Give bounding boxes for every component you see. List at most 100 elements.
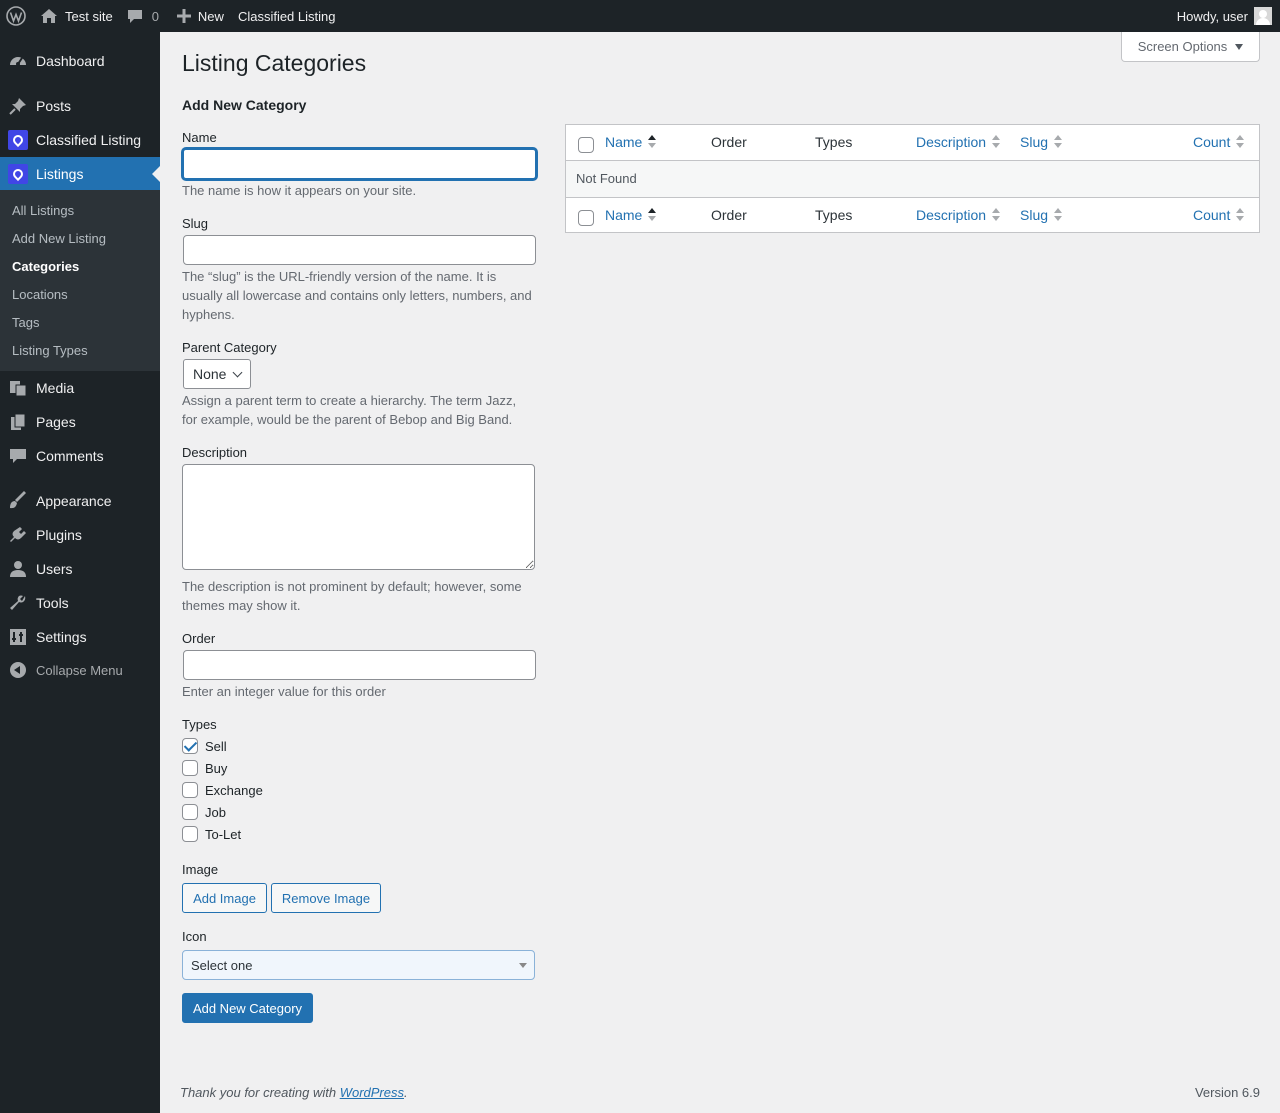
column-count-footer-label: Count: [1193, 207, 1231, 223]
menu-dashboard-label: Dashboard: [36, 53, 105, 69]
sort-icon: [1236, 135, 1245, 149]
form-heading: Add New Category: [182, 97, 307, 113]
column-slug-footer[interactable]: Slug: [1020, 207, 1063, 223]
icon-label: Icon: [182, 929, 207, 944]
type-job-checkbox[interactable]: [182, 804, 198, 820]
menu-comments[interactable]: Comments: [0, 439, 160, 473]
select-all-checkbox[interactable]: [578, 137, 594, 153]
type-to-let-checkbox[interactable]: [182, 826, 198, 842]
menu-settings[interactable]: Settings: [0, 620, 160, 654]
classified-listing-icon: [8, 130, 28, 150]
add-image-button[interactable]: Add Image: [182, 883, 267, 913]
sort-icon: [1236, 208, 1245, 222]
name-help: The name is how it appears on your site.: [182, 183, 417, 198]
menu-media[interactable]: Media: [0, 371, 160, 405]
new-content-link[interactable]: New: [166, 0, 231, 32]
column-count-label: Count: [1193, 134, 1231, 150]
screen-options-button[interactable]: Screen Options: [1121, 32, 1260, 62]
brush-icon: [0, 491, 36, 511]
submenu-tags[interactable]: Tags: [12, 315, 39, 330]
parent-category-help: Assign a parent term to create a hierarc…: [182, 393, 517, 427]
submenu-all-listings[interactable]: All Listings: [12, 203, 74, 218]
description-label: Description: [182, 445, 248, 460]
image-label: Image: [182, 862, 219, 877]
column-slug-label: Slug: [1020, 134, 1049, 150]
footer-thanks: Thank you for creating with WordPress.: [180, 1085, 408, 1100]
submenu-locations[interactable]: Locations: [12, 287, 68, 302]
menu-users[interactable]: Users: [0, 552, 160, 586]
menu-plugins-label: Plugins: [36, 527, 82, 543]
greeting: Howdy, user: [1176, 8, 1248, 24]
my-account-link[interactable]: Howdy, user: [1170, 0, 1280, 32]
menu-listings[interactable]: Listings: [0, 157, 160, 191]
select-all-checkbox-footer[interactable]: [578, 210, 594, 226]
site-name-link[interactable]: Test site: [33, 0, 120, 32]
types-label: Types: [182, 717, 217, 732]
name-input[interactable]: [182, 148, 537, 180]
type-sell-label[interactable]: Sell: [205, 739, 227, 754]
submenu-add-new-listing[interactable]: Add New Listing: [12, 231, 106, 246]
wrench-icon: [0, 593, 36, 613]
footer-version: Version 6.9: [1194, 1085, 1260, 1100]
column-count[interactable]: Count: [1193, 134, 1245, 150]
pages-icon: [0, 412, 36, 432]
remove-image-button[interactable]: Remove Image: [271, 883, 381, 913]
menu-plugins[interactable]: Plugins: [0, 518, 160, 552]
menu-posts[interactable]: Posts: [0, 89, 160, 123]
sort-icon: [992, 135, 1001, 149]
column-description-footer[interactable]: Description: [916, 207, 1001, 223]
media-icon: [0, 378, 36, 398]
column-order-footer: Order: [711, 207, 747, 223]
menu-classified-listing[interactable]: Classified Listing: [0, 123, 160, 157]
footer-thanks-prefix: Thank you for creating with: [180, 1085, 340, 1100]
column-name-footer[interactable]: Name: [605, 207, 657, 223]
menu-dashboard[interactable]: Dashboard: [0, 44, 160, 78]
column-name-footer-label: Name: [605, 207, 643, 223]
menu-pages-label: Pages: [36, 414, 76, 430]
classified-listing-link[interactable]: Classified Listing: [231, 0, 343, 32]
type-exchange-checkbox[interactable]: [182, 782, 198, 798]
order-input[interactable]: [183, 650, 536, 680]
parent-category-value: None: [193, 366, 227, 382]
wordpress-link[interactable]: WordPress: [340, 1085, 404, 1100]
menu-tools[interactable]: Tools: [0, 586, 160, 620]
add-new-category-button[interactable]: Add New Category: [182, 993, 313, 1023]
not-found-message: Not Found: [576, 171, 637, 186]
collapse-menu-button[interactable]: Collapse Menu: [0, 653, 160, 687]
column-count-footer[interactable]: Count: [1193, 207, 1245, 223]
sort-icon: [1054, 135, 1063, 149]
pin-icon: [0, 96, 36, 116]
column-name[interactable]: Name: [605, 134, 657, 150]
submenu-categories[interactable]: Categories: [12, 259, 79, 274]
comments-link[interactable]: 0: [120, 0, 166, 32]
type-exchange-label[interactable]: Exchange: [205, 783, 263, 798]
wordpress-logo-icon[interactable]: [0, 0, 33, 32]
plus-icon: [176, 9, 191, 23]
type-job-label[interactable]: Job: [205, 805, 226, 820]
admin-sidebar: Dashboard Posts Classified Listing Listi…: [0, 32, 160, 1113]
type-buy-label[interactable]: Buy: [205, 761, 227, 776]
slug-input[interactable]: [183, 235, 536, 265]
type-buy-checkbox[interactable]: [182, 760, 198, 776]
sort-icon: [992, 208, 1001, 222]
order-label: Order: [182, 631, 216, 646]
type-sell-checkbox[interactable]: [182, 738, 198, 754]
type-to-let-label[interactable]: To-Let: [205, 827, 241, 842]
description-textarea[interactable]: [182, 464, 535, 570]
column-description-footer-label: Description: [916, 207, 987, 223]
column-name-label: Name: [605, 134, 643, 150]
menu-appearance[interactable]: Appearance: [0, 484, 160, 518]
menu-pages[interactable]: Pages: [0, 405, 160, 439]
user-icon: [0, 559, 36, 579]
listings-submenu: All Listings Add New Listing Categories …: [0, 190, 160, 371]
column-slug[interactable]: Slug: [1020, 134, 1063, 150]
sort-icon: [1054, 208, 1063, 222]
menu-appearance-label: Appearance: [36, 493, 112, 509]
menu-comments-label: Comments: [36, 448, 104, 464]
icon-select[interactable]: Select one: [182, 950, 535, 980]
column-description[interactable]: Description: [916, 134, 1001, 150]
parent-category-select[interactable]: None: [183, 359, 251, 389]
table-header-row: Name Order Types Description Slug Count: [566, 125, 1259, 161]
menu-tools-label: Tools: [36, 595, 69, 611]
submenu-listing-types[interactable]: Listing Types: [12, 343, 88, 358]
